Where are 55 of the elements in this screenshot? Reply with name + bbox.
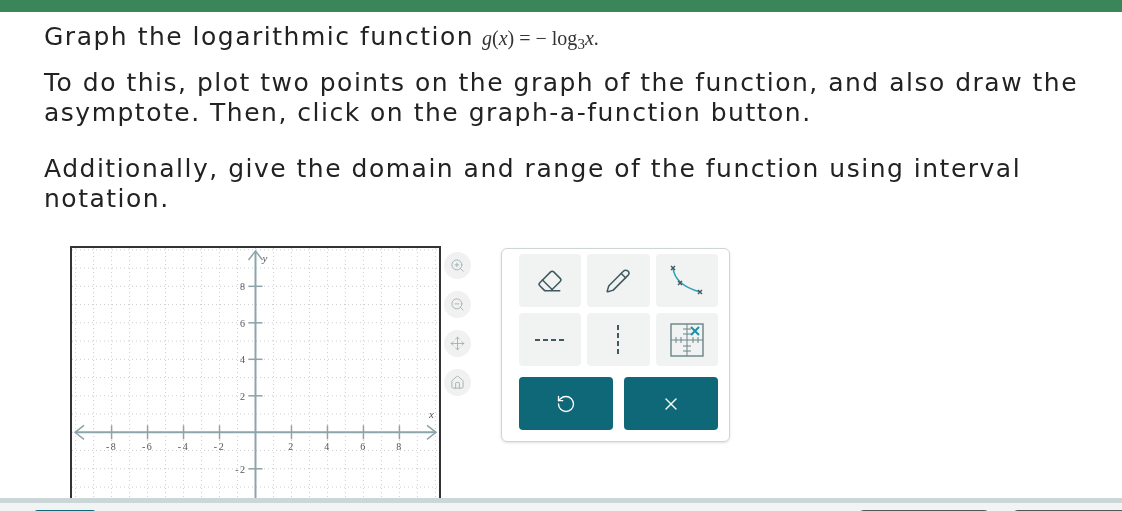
- undo-icon: [556, 393, 576, 414]
- tick-label: 4: [240, 354, 247, 366]
- pencil-icon: [605, 267, 632, 294]
- undo-button[interactable]: [519, 377, 613, 430]
- tick-mark: [247, 395, 264, 397]
- zoom-out-button[interactable]: [444, 291, 471, 318]
- tick-mark: [290, 424, 293, 441]
- tick-label: 2: [240, 390, 247, 402]
- move-icon: [450, 336, 465, 351]
- tick-mark: [362, 424, 365, 441]
- home-icon: [450, 375, 465, 390]
- tick-mark: [398, 424, 401, 441]
- curve-tool-button[interactable]: [655, 254, 718, 307]
- tick-label: 4: [324, 441, 331, 453]
- dashed-horizontal-line-icon: [535, 337, 566, 342]
- tick-mark: [247, 468, 264, 470]
- pan-button[interactable]: [444, 330, 471, 357]
- plot-point-icon: [669, 322, 704, 357]
- instruction-text: Additionally, give the domain and range of the function using interval notation.: [44, 154, 1023, 214]
- clear-button[interactable]: [624, 377, 718, 430]
- tick-label: 8: [240, 281, 247, 293]
- curve-icon: [669, 264, 704, 297]
- zoom-in-button[interactable]: [444, 252, 471, 279]
- tick-label: 2: [288, 441, 295, 453]
- tick-label: -2: [213, 441, 226, 453]
- tick-label: -2: [235, 463, 247, 475]
- tick-label: -8: [105, 441, 118, 453]
- eraser-tool-button[interactable]: [519, 254, 582, 307]
- zoom-out-icon: [450, 297, 465, 312]
- tick-label: -6: [141, 441, 154, 453]
- math-formula: g(x) = − log$_{3}$x.: [482, 26, 599, 53]
- tick-mark: [247, 322, 264, 324]
- tick-mark: [146, 424, 149, 441]
- point-tool-button[interactable]: [655, 313, 718, 366]
- question-prompt: Graph the logarithmic function: [44, 22, 475, 52]
- zoom-in-icon: [450, 258, 465, 273]
- tick-mark: [218, 424, 221, 441]
- tick-mark: [182, 424, 185, 441]
- tick-label: 8: [396, 441, 403, 453]
- home-button[interactable]: [444, 369, 471, 396]
- tick-label: 6: [360, 441, 367, 453]
- axis-label: y: [262, 252, 269, 264]
- dashed-vertical-line-icon: [616, 324, 621, 355]
- vertical-tool-button[interactable]: [587, 313, 650, 366]
- tick-mark: [110, 424, 113, 441]
- tick-label: -4: [177, 441, 190, 453]
- tick-mark: [247, 358, 264, 361]
- axis-label: x: [429, 408, 436, 421]
- instruction-text: To do this, plot two points on the graph of the function, and also draw the asymptote. Then, click on the graph-a-function button.: [44, 68, 1080, 128]
- tick-mark: [247, 285, 264, 288]
- horizontal-tool-button[interactable]: [519, 313, 582, 366]
- tick-label: 6: [240, 317, 247, 329]
- tick-mark: [326, 424, 329, 441]
- coordinate-graph[interactable]: -8 -6 -4 -2 2 4 6 8 -2 2 4 6 8 x y: [70, 246, 441, 498]
- pencil-tool-button[interactable]: [587, 254, 650, 307]
